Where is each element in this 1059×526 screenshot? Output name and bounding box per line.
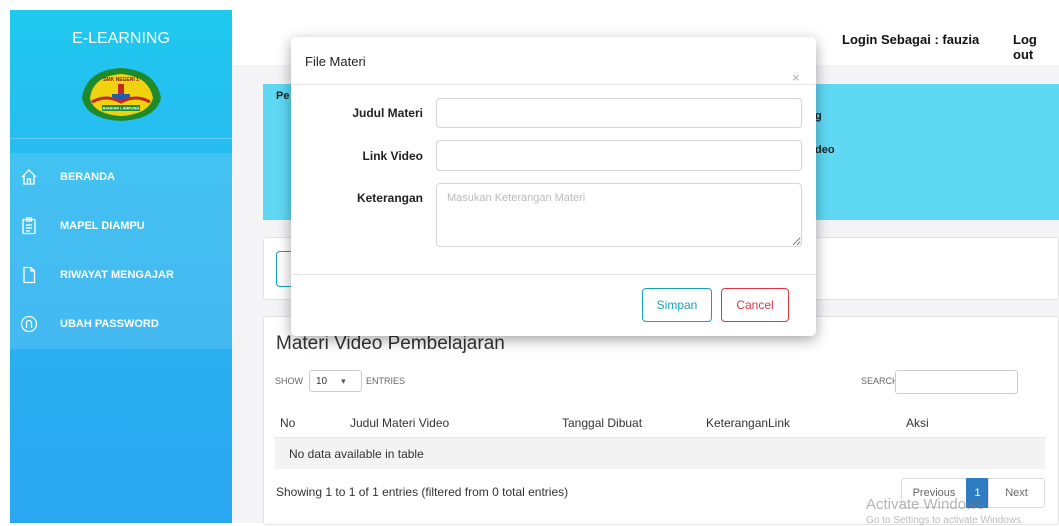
- sidebar-item-beranda[interactable]: BERANDA: [10, 155, 232, 199]
- column-header-no[interactable]: No: [280, 416, 295, 430]
- section-title: Materi Video Pembelajaran: [276, 333, 505, 354]
- sidebar-item-riwayat-mengajar[interactable]: RIWAYAT MENGAJAR: [10, 253, 232, 297]
- entries-label: ENTRIES: [366, 376, 406, 386]
- sidebar-item-label: BERANDA: [60, 171, 115, 183]
- modal-title: File Materi: [305, 54, 366, 69]
- close-icon[interactable]: ×: [792, 70, 800, 85]
- modal-divider: [291, 84, 816, 85]
- school-logo: SMK NEGERI 1 BANDAR LAMPUNG: [82, 68, 161, 121]
- keterangan-label: Keterangan: [356, 191, 423, 205]
- judul-materi-input[interactable]: [436, 98, 802, 128]
- sidebar-item-label: RIWAYAT MENGAJAR: [60, 269, 174, 281]
- column-header-tanggal[interactable]: Tanggal Dibuat: [562, 416, 642, 430]
- windows-watermark: Activate Windows: [866, 496, 985, 513]
- save-button[interactable]: Simpan: [642, 288, 712, 322]
- info-card-text: deo: [815, 144, 835, 156]
- cancel-button[interactable]: Cancel: [721, 288, 789, 322]
- login-status: Login Sebagai : fauzia: [842, 32, 980, 47]
- logout-link[interactable]: Log out: [1013, 32, 1059, 62]
- windows-watermark-sub: Go to Settings to activate Windows.: [866, 515, 1024, 526]
- column-header-aksi[interactable]: Aksi: [906, 416, 929, 430]
- clipboard-icon: [20, 217, 38, 235]
- column-header-link[interactable]: Link: [768, 416, 790, 430]
- sidebar-item-label: MAPEL DIAMPU: [60, 220, 145, 232]
- empty-table-message: No data available in table: [289, 447, 424, 461]
- column-header-judul[interactable]: Judul Materi Video: [350, 416, 449, 430]
- pagination-next[interactable]: Next: [988, 478, 1045, 508]
- info-card-text: Pe: [276, 90, 290, 102]
- chevron-down-icon: ▾: [341, 375, 346, 386]
- document-icon: [20, 266, 38, 284]
- judul-materi-label: Judul Materi: [352, 106, 423, 120]
- search-input[interactable]: [895, 370, 1018, 394]
- sidebar-item-mapel-diampu[interactable]: MAPEL DIAMPU: [10, 204, 232, 248]
- modal-divider: [291, 274, 816, 275]
- link-video-input[interactable]: [436, 140, 802, 171]
- svg-text:SMK NEGERI 1: SMK NEGERI 1: [103, 77, 139, 83]
- info-card-text: g: [815, 110, 822, 122]
- home-icon: [20, 168, 38, 186]
- sidebar-item-ubah-password[interactable]: UBAH PASSWORD: [10, 302, 232, 346]
- sidebar-item-label: UBAH PASSWORD: [60, 318, 159, 330]
- entries-select[interactable]: 10 ▾: [309, 370, 362, 392]
- keterangan-textarea[interactable]: [436, 183, 802, 247]
- table-info: Showing 1 to 1 of 1 entries (filtered fr…: [276, 485, 569, 499]
- sidebar-menu: BERANDA MAPEL DIAMPU RIWAYAT MENGAJAR UB…: [10, 153, 232, 349]
- sidebar: E-LEARNING SMK NEGERI 1 BANDAR LAMPUNG B…: [10, 10, 232, 523]
- link-video-label: Link Video: [362, 149, 423, 163]
- show-label: SHOW: [275, 376, 303, 386]
- brand-title[interactable]: E-LEARNING: [10, 30, 232, 48]
- column-header-keterangan[interactable]: Keterangan: [706, 416, 768, 430]
- entries-select-value: 10: [316, 375, 328, 387]
- svg-text:BANDAR LAMPUNG: BANDAR LAMPUNG: [103, 107, 140, 111]
- lock-icon: [20, 315, 38, 333]
